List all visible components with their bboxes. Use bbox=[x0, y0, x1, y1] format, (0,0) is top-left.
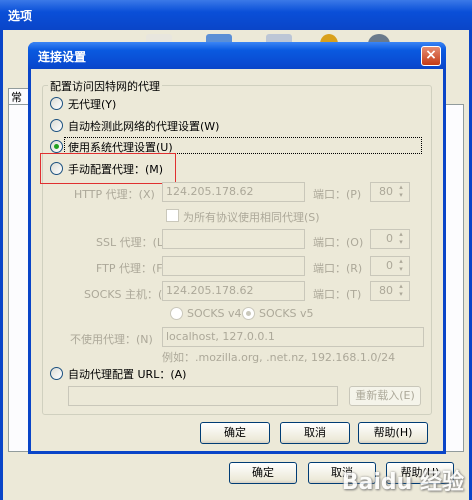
radio-manual-proxy-label: 手动配置代理：(M) bbox=[68, 163, 164, 176]
ftp-port-input[interactable]: 0 bbox=[370, 256, 410, 276]
ssl-port-input[interactable]: 0 bbox=[370, 229, 410, 249]
socks-v4-label: SOCKS v4 bbox=[187, 307, 242, 320]
radio-auto-detect-label: 自动检测此网络的代理设置(W) bbox=[68, 120, 220, 133]
socks-port-input[interactable]: 80 bbox=[370, 281, 410, 301]
no-proxy-example: 例如：.mozilla.org, .net.nz, 192.168.1.0/24 bbox=[162, 351, 396, 364]
radio-socks-v4[interactable] bbox=[170, 307, 183, 320]
ssl-port-label: 端口：(O) bbox=[313, 236, 364, 249]
dialog-title: 连接设置 bbox=[38, 50, 87, 64]
http-proxy-label: HTTP 代理：(X) bbox=[74, 188, 155, 201]
ftp-port-label: 端口：(R) bbox=[313, 262, 363, 275]
http-port-input[interactable]: 80 bbox=[370, 182, 410, 202]
socks-v5-label: SOCKS v5 bbox=[259, 307, 314, 320]
same-proxy-label: 为所有协议使用相同代理(S) bbox=[183, 211, 320, 224]
same-proxy-checkbox[interactable] bbox=[166, 209, 179, 222]
outer-window-title: 选项 bbox=[8, 9, 33, 23]
outer-window-titlebar bbox=[0, 0, 472, 30]
radio-no-proxy-label: 无代理(Y) bbox=[68, 98, 117, 111]
socks-host-label: SOCKS 主机：(C) bbox=[84, 288, 175, 301]
socks-host-input[interactable]: 124.205.178.62 bbox=[162, 281, 305, 301]
dialog-titlebar bbox=[28, 42, 446, 69]
no-proxy-label: 不使用代理：(N) bbox=[70, 333, 153, 346]
ftp-proxy-label: FTP 代理：(F) bbox=[96, 262, 167, 275]
http-port-label: 端口：(P) bbox=[313, 188, 362, 201]
no-proxy-input[interactable]: localhost, 127.0.0.1 bbox=[162, 327, 424, 347]
dialog-help-button[interactable]: 帮助(H) bbox=[358, 422, 428, 444]
reload-button[interactable]: 重新载入(E) bbox=[349, 386, 421, 406]
radio-manual-proxy[interactable] bbox=[50, 162, 63, 175]
proxy-group-label: 配置访问因特网的代理 bbox=[48, 78, 162, 94]
radio-auto-proxy-url[interactable] bbox=[50, 367, 63, 380]
dialog-ok-button[interactable]: 确定 bbox=[200, 422, 270, 444]
radio-auto-proxy-url-label: 自动代理配置 URL：(A) bbox=[68, 368, 187, 381]
http-proxy-input[interactable]: 124.205.178.62 bbox=[162, 182, 305, 202]
close-icon[interactable]: × bbox=[421, 46, 441, 66]
ftp-proxy-input[interactable] bbox=[162, 256, 305, 276]
socks-port-label: 端口：(T) bbox=[313, 288, 362, 301]
ssl-proxy-input[interactable] bbox=[162, 229, 305, 249]
radio-no-proxy[interactable] bbox=[50, 97, 63, 110]
pac-url-input[interactable] bbox=[68, 386, 338, 406]
dialog-cancel-button[interactable]: 取消 bbox=[280, 422, 350, 444]
ssl-proxy-label: SSL 代理：(L) bbox=[96, 236, 168, 249]
watermark: Baidu 经验 bbox=[341, 470, 464, 495]
radio-socks-v5[interactable] bbox=[242, 307, 255, 320]
radio-auto-detect[interactable] bbox=[50, 119, 63, 132]
radio-system-proxy[interactable] bbox=[50, 140, 63, 153]
outer-ok-button[interactable]: 确定 bbox=[229, 462, 297, 484]
